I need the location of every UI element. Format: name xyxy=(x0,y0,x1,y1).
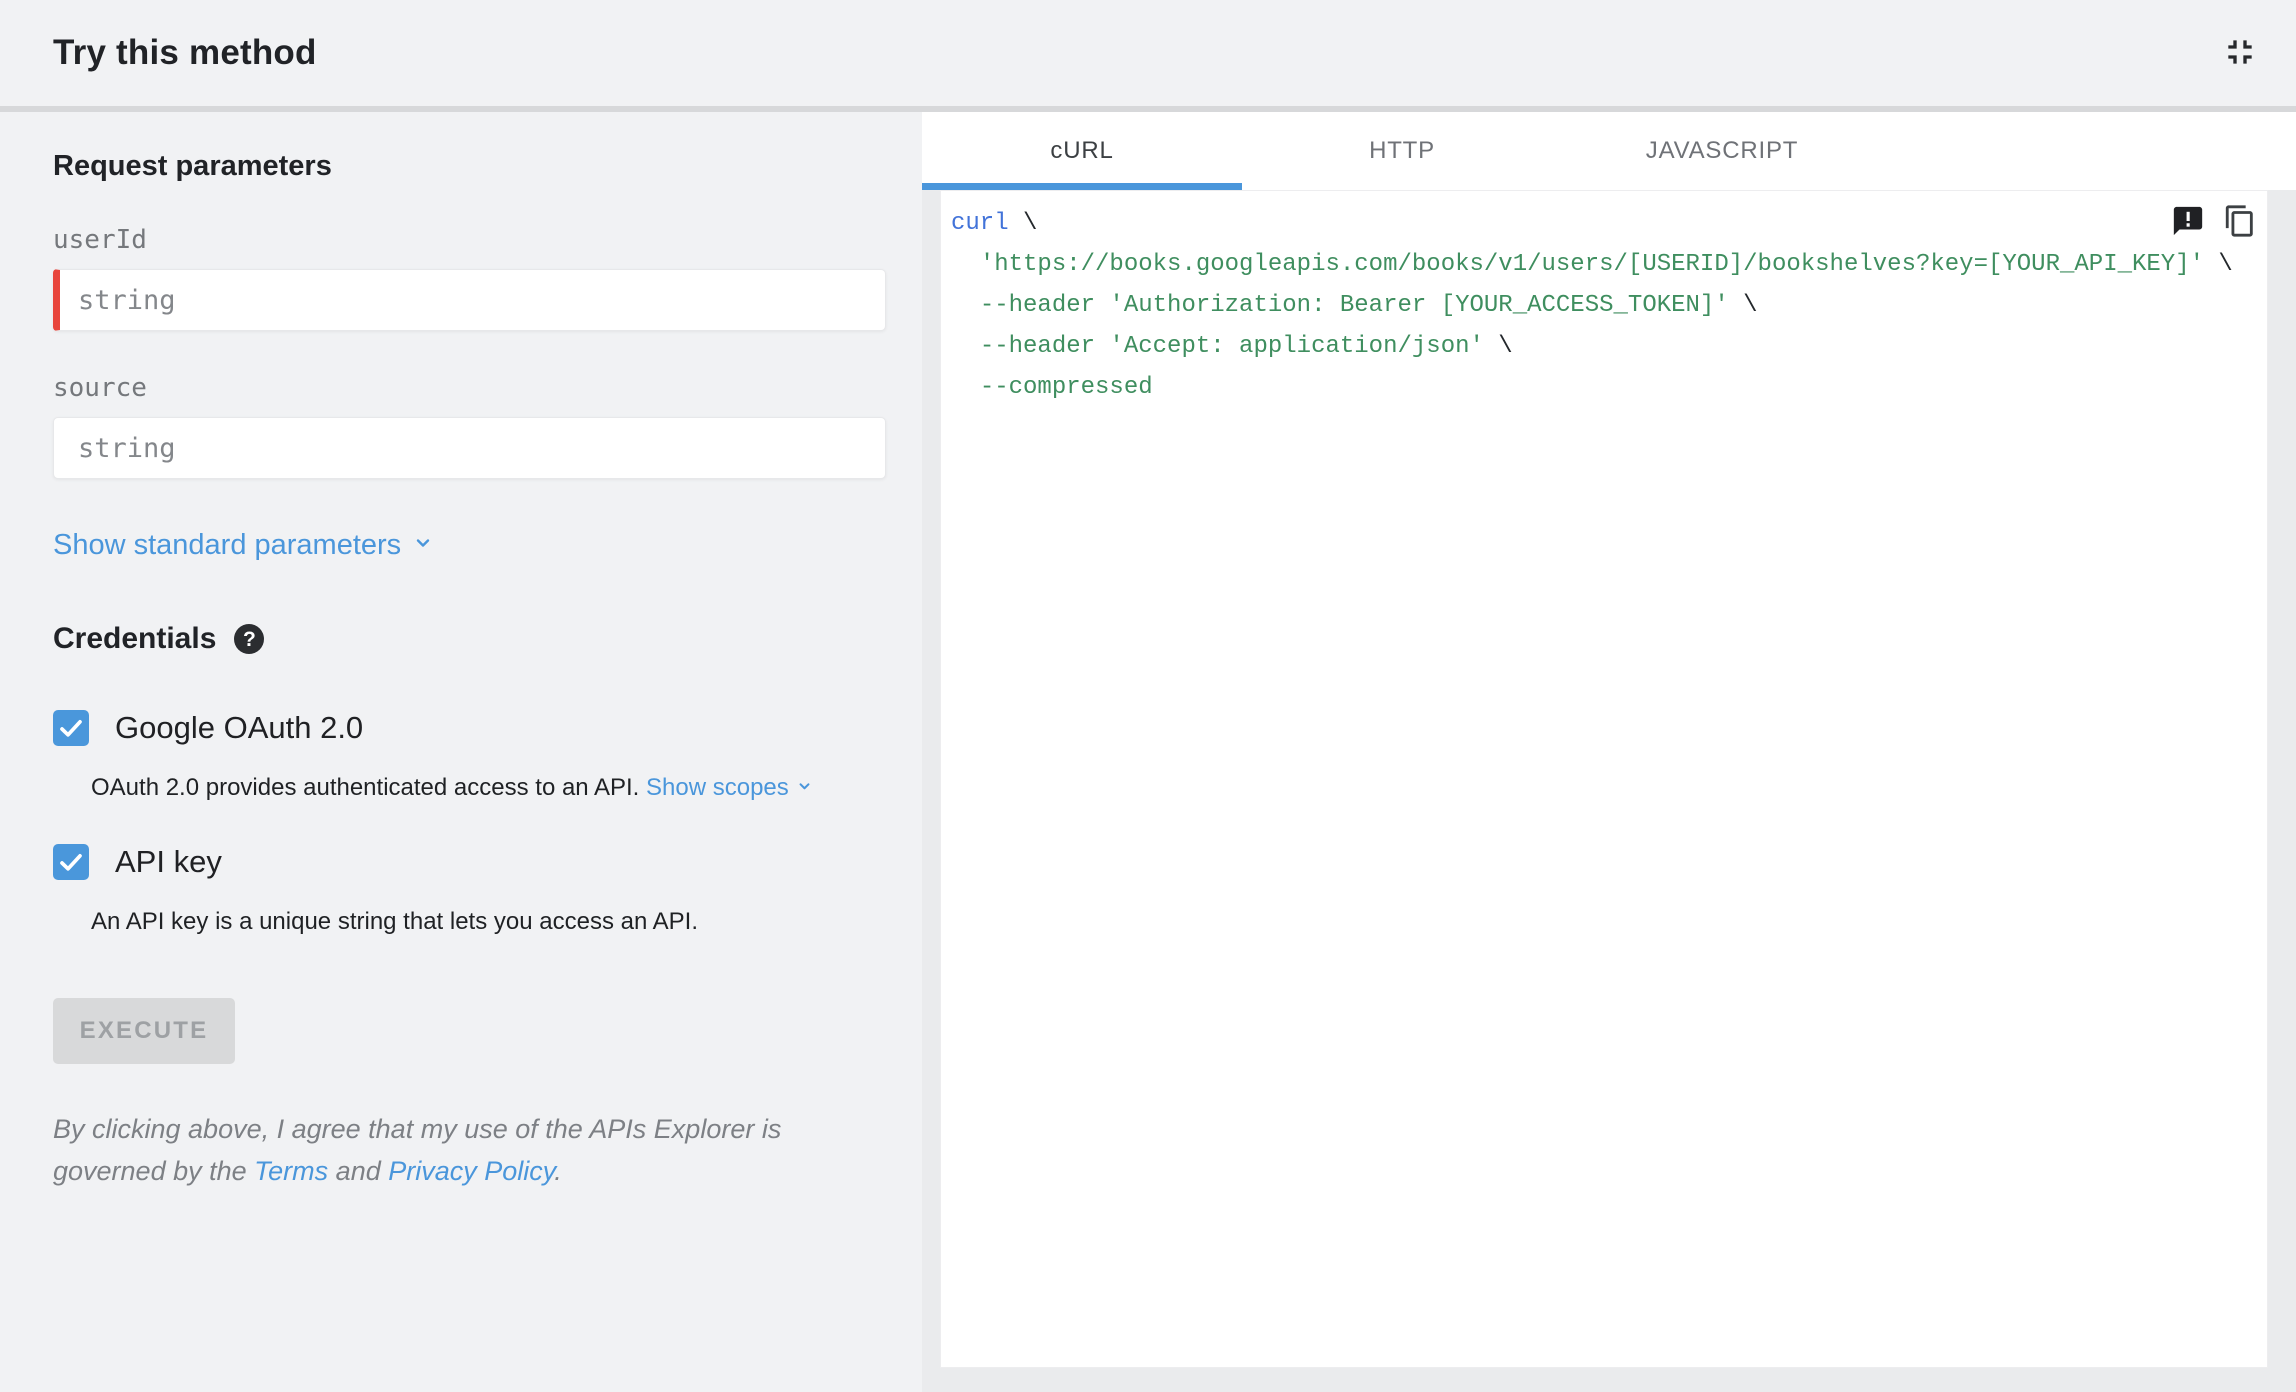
oauth-description-text: OAuth 2.0 provides authenticated access … xyxy=(91,774,640,801)
active-tab-indicator xyxy=(922,183,1242,190)
chevron-down-icon xyxy=(411,529,435,562)
code-line: --header 'Accept: application/json' \ xyxy=(979,333,1513,360)
code-line: curl \ xyxy=(951,210,1038,237)
credentials-title: Credentials xyxy=(53,622,217,655)
copy-icon xyxy=(2223,204,2257,241)
copy-code-button[interactable] xyxy=(2221,203,2259,241)
oauth-credential-row: Google OAuth 2.0 xyxy=(53,710,886,746)
show-scopes-label: Show scopes xyxy=(646,774,789,801)
request-parameters-panel: Request parameters userId source Show st… xyxy=(0,112,922,1392)
code-sample-card: curl \ 'https://books.googleapis.com/boo… xyxy=(940,190,2268,1368)
curl-code-block[interactable]: curl \ 'https://books.googleapis.com/boo… xyxy=(941,191,2267,420)
feedback-button[interactable] xyxy=(2169,203,2207,241)
userid-field-label: userId xyxy=(53,225,147,255)
show-standard-parameters-label: Show standard parameters xyxy=(53,529,402,561)
tab-http[interactable]: HTTP xyxy=(1242,112,1562,190)
tab-curl[interactable]: cURL xyxy=(922,112,1242,190)
userid-input[interactable] xyxy=(53,269,886,331)
credentials-help-icon[interactable]: ? xyxy=(234,624,265,654)
source-input[interactable] xyxy=(53,417,886,479)
fullscreen-exit-icon xyxy=(2220,32,2260,75)
collapse-panel-button[interactable] xyxy=(2218,31,2262,75)
oauth-description: OAuth 2.0 provides authenticated access … xyxy=(53,774,886,802)
disclaimer-middle: and xyxy=(328,1156,389,1186)
oauth-checkbox-label: Google OAuth 2.0 xyxy=(115,710,364,745)
code-line: --compressed xyxy=(979,374,1153,401)
terms-link[interactable]: Terms xyxy=(254,1156,328,1186)
source-field-label: source xyxy=(53,373,147,403)
tab-javascript[interactable]: JAVASCRIPT xyxy=(1562,112,1882,190)
feedback-icon xyxy=(2171,204,2205,241)
api-key-checkbox-label: API key xyxy=(115,844,222,879)
show-standard-parameters-link[interactable]: Show standard parameters xyxy=(53,529,435,562)
api-key-credential-row: API key xyxy=(53,844,886,880)
code-language-tabs: cURL HTTP JAVASCRIPT xyxy=(922,112,2296,190)
code-line: 'https://books.googleapis.com/books/v1/u… xyxy=(979,251,2233,278)
disclaimer-text: By clicking above, I agree that my use o… xyxy=(53,1108,853,1192)
oauth-checkbox[interactable] xyxy=(53,710,89,746)
request-parameters-title: Request parameters xyxy=(53,150,332,182)
chevron-down-icon xyxy=(795,774,814,802)
api-key-checkbox[interactable] xyxy=(53,844,89,880)
tab-label: JAVASCRIPT xyxy=(1645,137,1799,164)
execute-button[interactable]: EXECUTE xyxy=(53,998,235,1064)
checkmark-icon xyxy=(56,847,86,877)
dialog-title: Try this method xyxy=(53,33,317,72)
code-sample-panel: cURL HTTP JAVASCRIPT curl \ 'https://boo… xyxy=(922,112,2296,1392)
tab-label: cURL xyxy=(1050,137,1114,164)
disclaimer-after: . xyxy=(554,1156,562,1186)
code-line: --header 'Authorization: Bearer [YOUR_AC… xyxy=(979,292,1758,319)
privacy-policy-link[interactable]: Privacy Policy xyxy=(388,1156,554,1186)
api-key-description: An API key is a unique string that lets … xyxy=(91,908,699,935)
dialog-header: Try this method xyxy=(0,0,2296,106)
show-scopes-link[interactable]: Show scopes xyxy=(646,774,814,802)
checkmark-icon xyxy=(56,713,86,743)
tab-label: HTTP xyxy=(1369,137,1435,164)
